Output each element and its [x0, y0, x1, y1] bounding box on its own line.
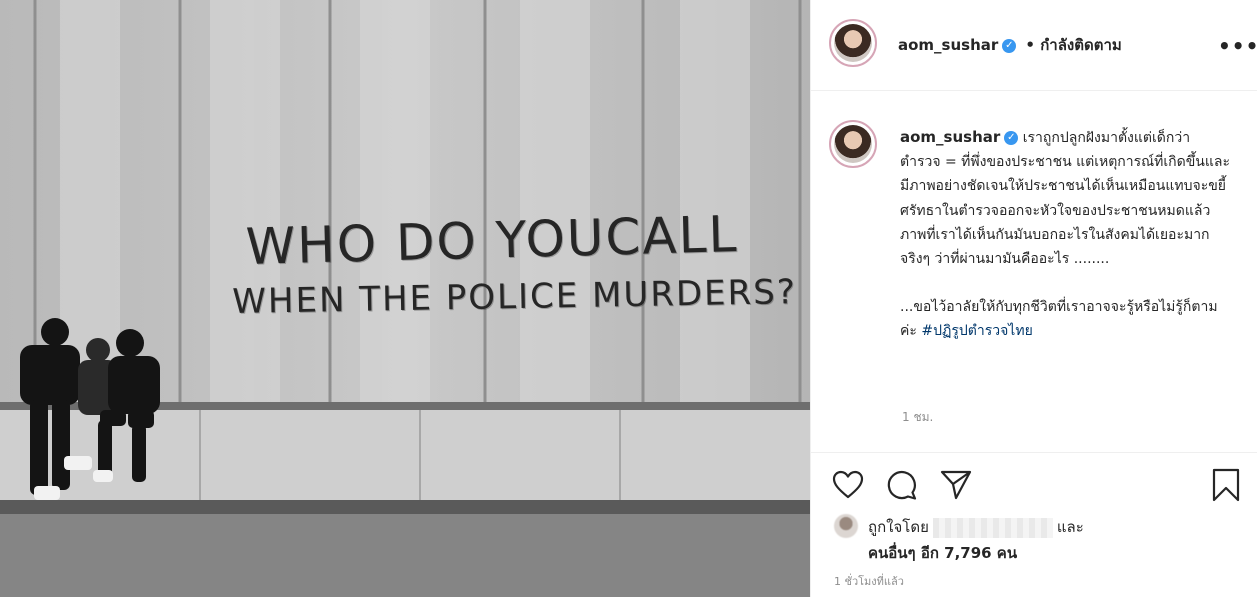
posted-timestamp[interactable]: 1 ชั่วโมงที่แล้ว: [834, 572, 904, 590]
follow-status[interactable]: • กำลังติดตาม: [1025, 36, 1121, 54]
bookmark-icon[interactable]: [1211, 468, 1241, 502]
heart-icon[interactable]: [832, 470, 864, 500]
hashtag-link[interactable]: #ปฏิรูปตำรวจไทย: [921, 323, 1032, 339]
post-caption: aom_sushar ✓ เราถูกปลูกฝังมาตั้งแต่เด็กว่…: [900, 125, 1230, 344]
likes-count[interactable]: คนอื่นๆ อีก 7,796 คน: [868, 541, 1017, 565]
likes-line-1: ถูกใจโดย และ: [868, 515, 1084, 539]
author-username[interactable]: aom_sushar: [898, 36, 998, 54]
liked-and-label: และ: [1056, 518, 1084, 536]
liker-avatar[interactable]: [834, 514, 858, 538]
more-options-icon[interactable]: •••: [1218, 34, 1257, 58]
caption-timestamp[interactable]: 1 ชม.: [902, 408, 933, 427]
send-icon[interactable]: [940, 470, 972, 500]
caption-avatar[interactable]: [829, 120, 877, 168]
caption-username[interactable]: aom_sushar: [900, 128, 1000, 146]
caption-text-1: เราถูกปลูกฝังมาตั้งแต่เด็กว่าตำรวจ = ที่…: [900, 130, 1230, 268]
caption-verified-badge-icon: ✓: [1004, 131, 1019, 145]
author-avatar[interactable]: [829, 19, 877, 67]
caption-paragraph-2: ...ขอไว้อาลัยให้กับทุกชีวิตที่เราอาจจะรู…: [900, 295, 1230, 343]
liked-by-label: ถูกใจโดย: [868, 518, 929, 536]
post-photo: WHO DO YOUCALL WHEN THE POLICE MURDERS?: [0, 0, 810, 597]
header-user-line: aom_sushar ✓ • กำลังติดตาม: [898, 33, 1122, 57]
comment-icon[interactable]: [886, 469, 918, 501]
verified-badge-icon: ✓: [1002, 38, 1017, 53]
blurred-liker-name[interactable]: [932, 517, 1053, 538]
